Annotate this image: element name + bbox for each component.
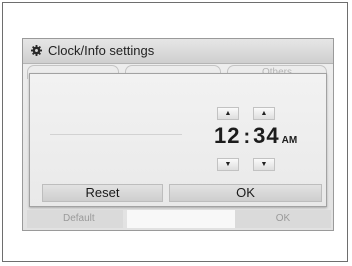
hour-up-button[interactable]: ▲ — [217, 107, 239, 120]
minute-value: 34 — [253, 123, 280, 148]
info-placeholder-line — [50, 134, 182, 135]
hour-value: 12 — [214, 123, 241, 148]
settings-screen: Clock/Info settings Others Default OK ▲ … — [22, 38, 334, 231]
ampm-indicator: AM — [281, 135, 298, 146]
minute-down-button[interactable]: ▼ — [253, 158, 275, 171]
hour-down-button[interactable]: ▼ — [217, 158, 239, 171]
title-bar: Clock/Info settings — [23, 39, 333, 64]
window-title: Clock/Info settings — [48, 43, 155, 58]
reset-button[interactable]: Reset — [42, 184, 163, 202]
default-button[interactable]: Default — [27, 210, 123, 228]
ok-button[interactable]: OK — [169, 184, 322, 202]
minute-up-button[interactable]: ▲ — [253, 107, 275, 120]
background-blank-area — [127, 210, 235, 228]
time-separator: : — [243, 126, 251, 148]
time-display: 12:34 AM — [214, 123, 297, 153]
background-ok-button[interactable]: OK — [235, 210, 331, 228]
clock-adjust-dialog: ▲ ▲ 12:34 AM ▼ ▼ Reset OK — [29, 73, 327, 207]
gear-icon — [31, 45, 42, 56]
